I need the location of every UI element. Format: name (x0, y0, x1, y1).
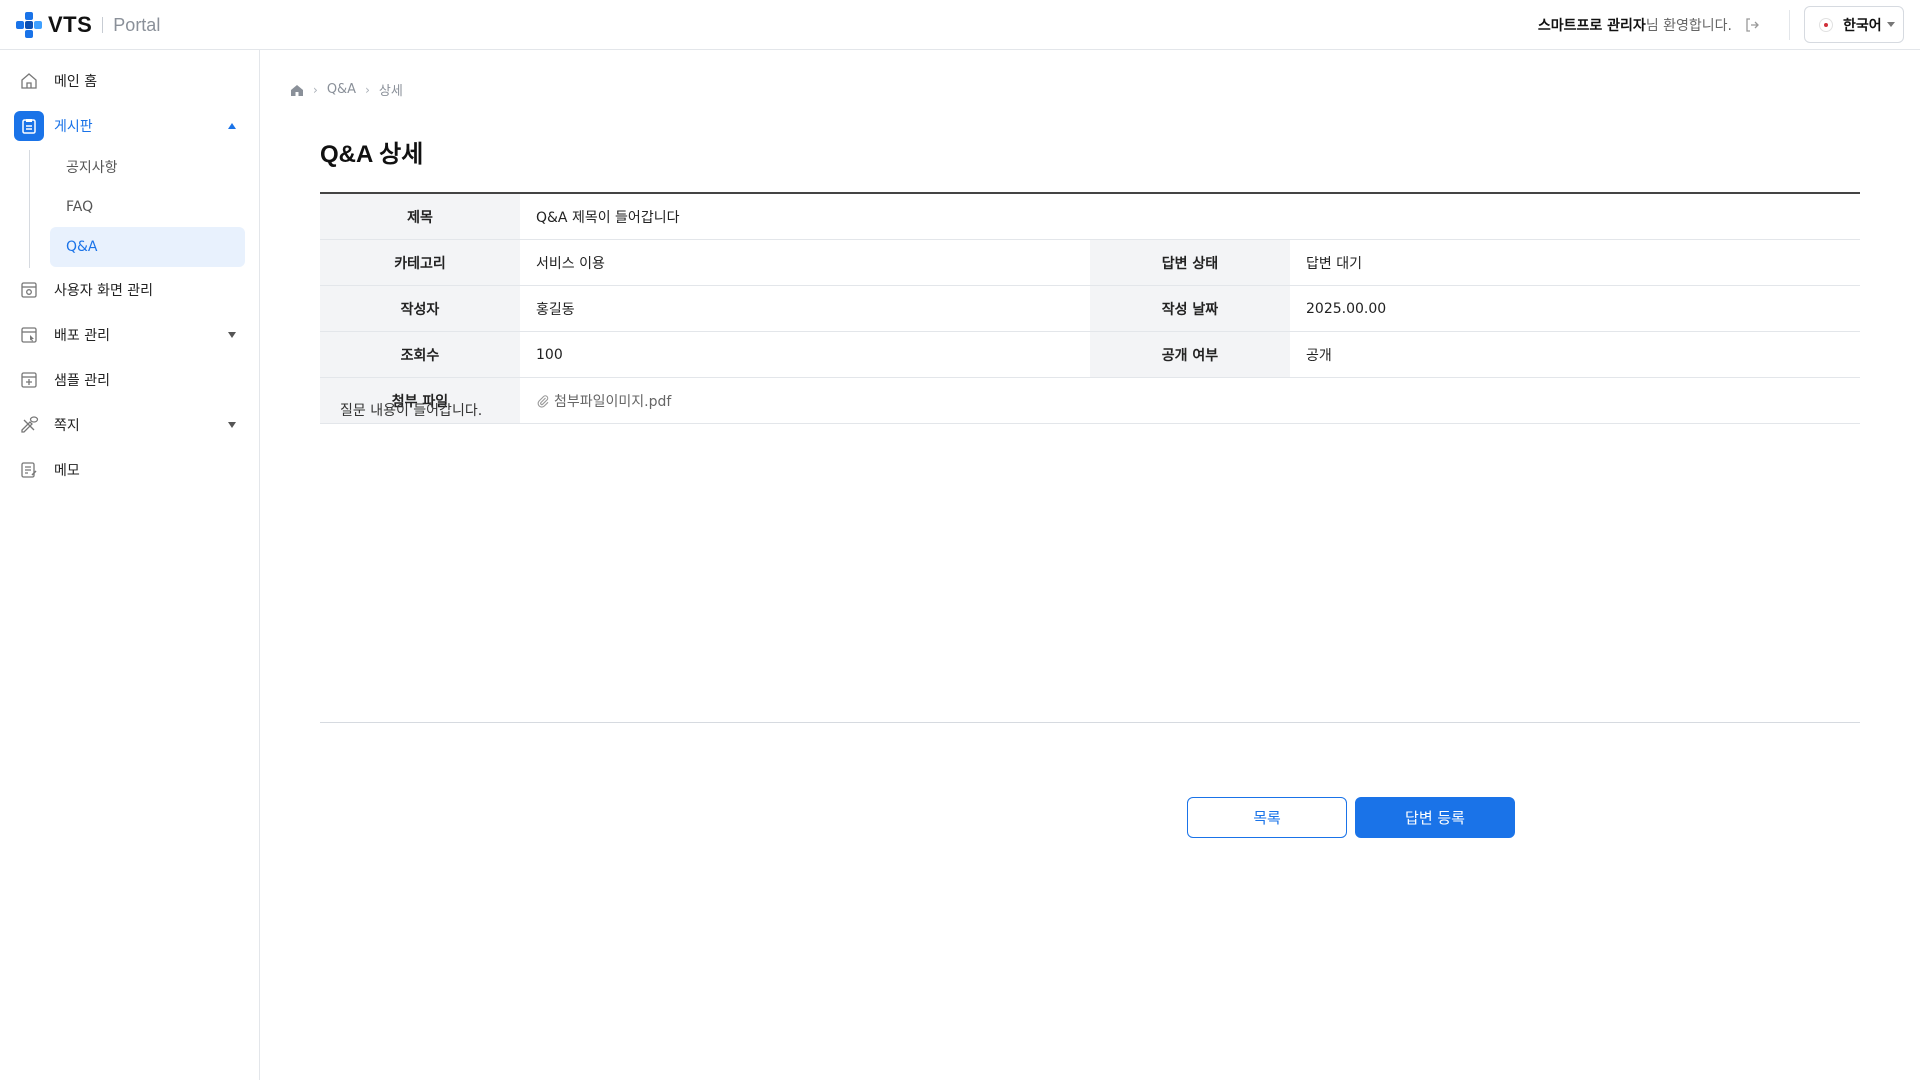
question-text: 질문 내용이 들어갑니다. (340, 403, 483, 419)
user-name: 스마트프로 관리자 (1537, 18, 1646, 34)
sidebar-item-label: 메모 (54, 463, 80, 479)
sidebar-subitem-notice[interactable]: 공지사항 (50, 147, 245, 187)
sidebar-item-label: 샘플 관리 (54, 373, 110, 389)
category-value: 서비스 이용 (536, 255, 605, 272)
board-icon (14, 111, 44, 141)
language-label: 한국어 (1843, 17, 1882, 34)
message-icon (14, 410, 44, 440)
chevron-right-icon: › (365, 82, 370, 97)
main-content: › Q&A › 상세 Q&A 상세 제목 Q&A 제목이 들어갑니다 카테고리 … (261, 50, 1920, 1080)
sidebar-item-deploy[interactable]: 배포 관리 (14, 318, 246, 352)
header-divider (1789, 10, 1790, 40)
sidebar-item-board[interactable]: 게시판 (14, 109, 246, 143)
chevron-right-icon: › (313, 82, 318, 97)
register-answer-button[interactable]: 답변 등록 (1355, 797, 1515, 838)
welcome-message: 스마트프로 관리자 님 환영합니다. (1538, 15, 1760, 35)
chevron-up-icon (228, 123, 236, 129)
deploy-icon (14, 320, 44, 350)
logout-icon[interactable] (1744, 17, 1760, 33)
sidebar-item-sample[interactable]: 샘플 관리 (14, 363, 246, 397)
page-title: Q&A 상세 (320, 141, 424, 168)
memo-icon (14, 455, 44, 485)
list-button[interactable]: 목록 (1187, 797, 1347, 838)
public-value: 공개 (1306, 347, 1332, 364)
table-row: 작성자 홍길동 작성 날짜 2025.00.00 (320, 286, 1860, 332)
table-row: 제목 Q&A 제목이 들어갑니다 (320, 194, 1860, 240)
sidebar-subitem-label: Q&A (66, 239, 98, 255)
breadcrumb: › Q&A › 상세 (290, 80, 403, 99)
date-label: 작성 날짜 (1090, 286, 1290, 331)
welcome-suffix: 님 환영합니다. (1645, 18, 1732, 34)
title-label: 제목 (320, 194, 520, 239)
sidebar-subitem-qna[interactable]: Q&A (50, 227, 245, 267)
korea-flag-icon (1819, 17, 1833, 32)
submenu-line (29, 150, 30, 268)
sidebar-item-label: 게시판 (54, 119, 93, 135)
home-icon[interactable] (290, 83, 304, 97)
status-value: 답변 대기 (1306, 255, 1362, 272)
screen-settings-icon (14, 275, 44, 305)
sidebar: 메인 홈 게시판 공지사항 FAQ Q&A 사용자 화면 관리 배포 관리 샘플… (0, 50, 260, 1080)
breadcrumb-item: 상세 (378, 84, 403, 99)
status-label: 답변 상태 (1090, 240, 1290, 285)
category-label: 카테고리 (320, 240, 520, 285)
vts-logo-icon (16, 12, 42, 38)
sidebar-item-label: 사용자 화면 관리 (54, 283, 154, 299)
logo[interactable]: VTS Portal (14, 10, 160, 40)
breadcrumb-item[interactable]: Q&A (327, 82, 356, 97)
chevron-down-icon (228, 422, 236, 428)
chevron-down-icon (1887, 22, 1895, 27)
sidebar-item-label: 쪽지 (54, 418, 80, 434)
top-header: VTS Portal 스마트프로 관리자 님 환영합니다. 한국어 (0, 0, 1920, 50)
author-label: 작성자 (320, 286, 520, 331)
home-icon (14, 66, 44, 96)
sidebar-item-home[interactable]: 메인 홈 (14, 64, 246, 98)
logo-subtitle: Portal (113, 14, 161, 35)
sample-icon (14, 365, 44, 395)
sidebar-subitem-label: 공지사항 (66, 160, 118, 176)
table-row: 조회수 100 공개 여부 공개 (320, 332, 1860, 378)
sidebar-item-screen-management[interactable]: 사용자 화면 관리 (14, 273, 246, 307)
sidebar-subitem-label: FAQ (66, 199, 94, 215)
chevron-down-icon (228, 332, 236, 338)
sidebar-subitem-faq[interactable]: FAQ (50, 187, 245, 227)
public-label: 공개 여부 (1090, 332, 1290, 377)
language-select[interactable]: 한국어 (1804, 6, 1904, 43)
date-value: 2025.00.00 (1306, 300, 1387, 317)
views-label: 조회수 (320, 332, 520, 377)
sidebar-item-message[interactable]: 쪽지 (14, 408, 246, 442)
title-value: Q&A 제목이 들어갑니다 (536, 209, 680, 226)
logo-divider (102, 17, 104, 33)
table-row: 카테고리 서비스 이용 답변 상태 답변 대기 (320, 240, 1860, 286)
sidebar-item-label: 메인 홈 (54, 74, 98, 90)
logo-text: VTS (48, 12, 93, 37)
sidebar-item-memo[interactable]: 메모 (14, 453, 246, 487)
author-value: 홍길동 (536, 301, 575, 318)
question-content: 질문 내용이 들어갑니다. (320, 380, 1860, 723)
sidebar-item-label: 배포 관리 (54, 328, 110, 344)
views-value: 100 (536, 346, 563, 363)
